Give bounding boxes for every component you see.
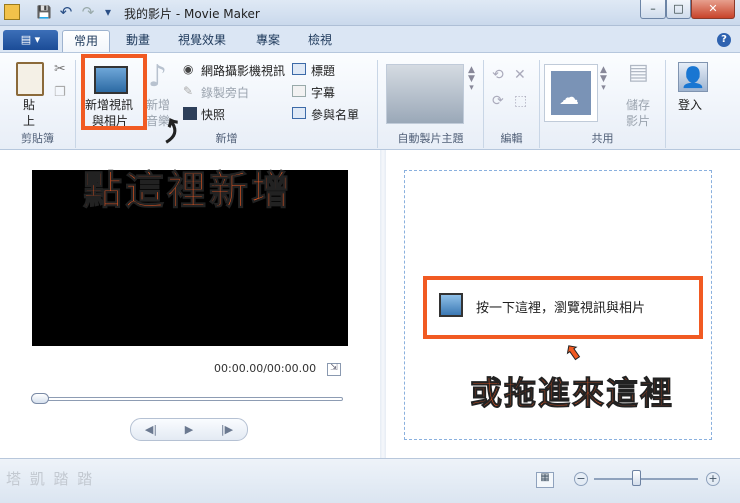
group-share: ☁ ▲ ▼ ▾ ▤ 儲存 影片 共用	[540, 60, 666, 148]
save-movie-icon[interactable]: ▤	[628, 62, 649, 84]
window-title: 我的影片 - Movie Maker	[124, 7, 260, 21]
signin-label[interactable]: 登入	[678, 96, 702, 113]
zoom-in-icon[interactable]: +	[706, 472, 720, 486]
group-signin: 👤 登入	[666, 60, 722, 148]
caption-icon	[292, 85, 306, 97]
theme-gallery[interactable]	[386, 64, 464, 124]
caption-button[interactable]: 字幕	[311, 84, 335, 101]
status-bar	[0, 458, 740, 503]
snapshot-button[interactable]: 快照	[201, 106, 225, 123]
undo-icon[interactable]: ↶	[58, 4, 74, 20]
user-icon[interactable]: 👤	[678, 62, 708, 92]
share-gallery[interactable]: ☁	[544, 64, 598, 122]
zoom-thumb[interactable]	[632, 470, 641, 486]
copy-icon[interactable]: ❐	[54, 86, 66, 99]
help-icon[interactable]: ?	[717, 33, 731, 47]
group-label-edit: 編輯	[500, 132, 523, 145]
tab-visual-effects[interactable]: 視覺效果	[166, 30, 238, 52]
tab-view[interactable]: 檢視	[298, 30, 342, 52]
group-label-add: 新增	[215, 132, 238, 145]
tab-project[interactable]: 專案	[246, 30, 290, 52]
seek-thumb[interactable]	[31, 393, 49, 404]
next-frame-button[interactable]: |▶	[208, 422, 246, 438]
cloud-icon: ☁	[559, 85, 579, 109]
webcam-video-button[interactable]: 網路攝影機視訊	[201, 62, 285, 79]
paste-label-1[interactable]: 貼	[23, 96, 35, 113]
title-bar: 💾 ↶ ↷ ▾ 我的影片 - Movie Maker – □ ✕	[0, 0, 740, 26]
timecode: 00:00.00/00:00.00	[214, 362, 317, 375]
zoom-slider[interactable]	[594, 478, 698, 480]
fullscreen-icon[interactable]: ⇲	[327, 363, 341, 376]
paste-label-2[interactable]: 上	[23, 112, 35, 129]
group-label-clipboard: 剪貼簿	[21, 132, 54, 145]
paste-icon[interactable]	[16, 62, 44, 96]
gallery-scroll-icon[interactable]: ▲ ▼ ▾	[468, 66, 475, 93]
highlight-dropzone-hint	[423, 276, 703, 339]
record-narration-button[interactable]: 錄製旁白	[201, 84, 249, 101]
maximize-button[interactable]: □	[666, 0, 691, 19]
thumbnail-size-icon[interactable]: ▦	[536, 472, 554, 488]
share-scroll-icon[interactable]: ▲ ▼ ▾	[600, 66, 607, 93]
snapshot-icon	[183, 107, 197, 120]
music-note-icon[interactable]: ♪	[148, 62, 167, 92]
credits-button[interactable]: 參與名單	[311, 106, 359, 123]
group-clipboard: ✂ ❐ 貼 上 剪貼簿	[0, 60, 76, 148]
app-icon[interactable]	[4, 4, 20, 20]
watermark: 塔 凱 踏 踏	[6, 470, 95, 488]
tab-home[interactable]: 常用	[62, 30, 110, 52]
redo-icon[interactable]: ↷	[80, 4, 96, 20]
ribbon-tabs: ▤ ▾ 常用 動畫 視覺效果 專案 檢視	[0, 26, 740, 52]
play-button[interactable]: ▶	[170, 422, 208, 438]
seek-slider[interactable]	[33, 397, 343, 401]
save-movie-label-2[interactable]: 影片	[626, 112, 650, 129]
remove-icon[interactable]: ✕	[514, 68, 526, 82]
rotate-left-icon[interactable]: ⟲	[492, 68, 504, 82]
select-all-icon[interactable]: ⬚	[514, 94, 527, 108]
credits-icon	[292, 107, 306, 119]
cut-icon[interactable]: ✂	[54, 62, 66, 76]
webcam-icon: ◉	[183, 62, 194, 76]
customize-toolbar-icon[interactable]: ▾	[100, 4, 116, 20]
annotation-or-drag: 或拖進來這裡	[469, 374, 675, 413]
close-button[interactable]: ✕	[691, 0, 735, 19]
group-automovie-themes: ▲ ▼ ▾ 自動製片主題	[378, 60, 484, 148]
annotation-click-here: 點這裡新增	[82, 169, 294, 215]
rotate-right-icon[interactable]: ⟳	[492, 94, 504, 108]
previous-frame-button[interactable]: ◀|	[132, 422, 170, 438]
playback-controls: ◀| ▶ |▶	[130, 418, 248, 441]
zoom-out-icon[interactable]: −	[574, 472, 588, 486]
group-edit: ⟲ ✕ ⟳ ⬚ 編輯	[484, 60, 540, 148]
title-button[interactable]: 標題	[311, 62, 335, 79]
file-menu-button[interactable]: ▤ ▾	[3, 30, 58, 50]
highlight-add-video	[81, 54, 147, 130]
minimize-button[interactable]: –	[640, 0, 666, 19]
add-music-label-1[interactable]: 新增	[146, 96, 170, 113]
save-movie-label-1[interactable]: 儲存	[626, 96, 650, 113]
group-label-automovie: 自動製片主題	[397, 132, 464, 145]
save-icon[interactable]: 💾	[36, 4, 52, 20]
group-label-share: 共用	[591, 132, 614, 145]
tab-animations[interactable]: 動畫	[116, 30, 160, 52]
microphone-icon: ✎	[183, 84, 194, 98]
title-icon	[292, 63, 306, 75]
